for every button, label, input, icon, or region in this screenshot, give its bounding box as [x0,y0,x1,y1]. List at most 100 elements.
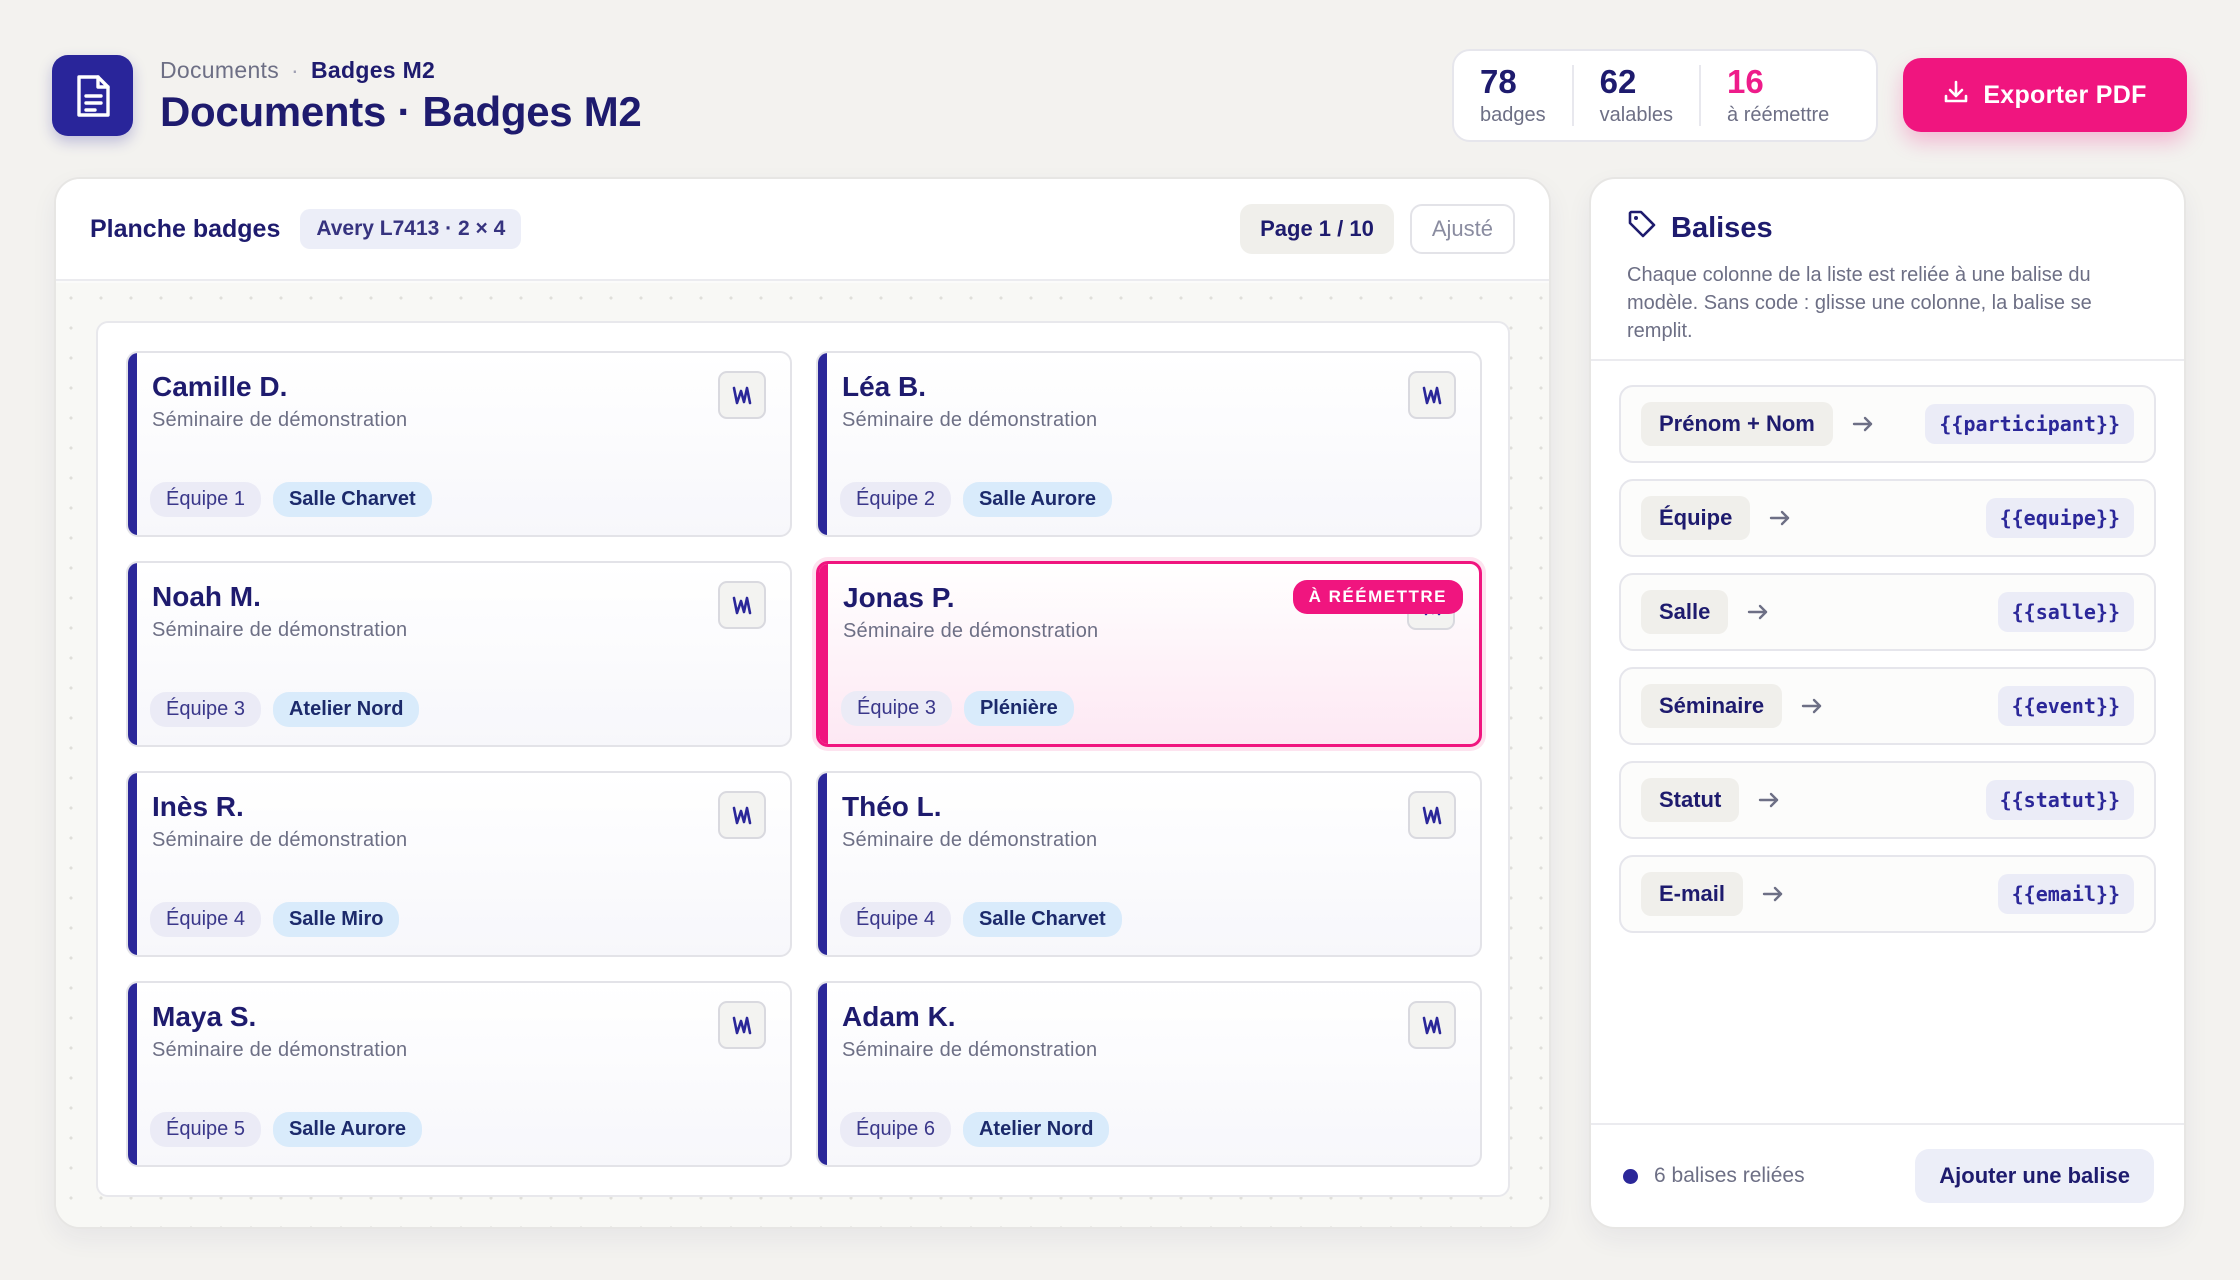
badge-card[interactable]: Léa B. Séminaire de démonstration Équipe… [816,351,1482,537]
badge-card-flagged[interactable]: Jonas P. Séminaire de démonstration À RÉ… [816,561,1482,747]
arrow-right-icon [1746,602,1770,622]
tags-panel-title: Balises [1627,209,2148,247]
linked-tags-count: 6 balises reliées [1654,1164,1805,1187]
badge-tags: Équipe 6 Atelier Nord [840,1112,1110,1147]
download-icon [1943,79,1969,112]
stat-value: 16 [1727,62,1764,100]
room-tag: Salle Aurore [962,482,1113,517]
arrow-right-icon [1851,414,1875,434]
badge-tags: Équipe 1 Salle Charvet [150,482,432,517]
tags-description: Chaque colonne de la liste est reliée à … [1627,264,2092,342]
badge-name: Noah M. [152,581,261,612]
page-title: Documents · Badges M2 [160,88,642,135]
team-tag: Équipe 5 [150,1112,261,1147]
arrow-right-icon [1757,790,1781,810]
panel-header: Planche badges Avery L7413 · 2 × 4 Page … [56,179,1549,281]
tags-title-text: Balises [1671,211,1773,244]
badge-card[interactable]: Théo L. Séminaire de démonstration Équip… [816,771,1482,957]
badge-name: Adam K. [842,1001,956,1032]
mapping-column[interactable]: E-mail [1641,872,1744,916]
arrow-right-icon [1761,884,1785,904]
room-tag: Salle Miro [272,902,400,937]
tag-mapping-row[interactable]: Salle {{salle}} [1619,573,2156,651]
badge-name: Inès R. [152,791,244,822]
stat-label: valables [1599,103,1674,126]
badge-sheet: Camille D. Séminaire de démonstration Éq… [96,321,1510,1197]
room-tag: Salle Charvet [272,482,432,517]
mapping-tag: {{participant}} [1925,404,2134,444]
mapping-column[interactable]: Prénom + Nom [1641,402,1833,446]
team-tag: Équipe 3 [150,692,261,727]
mapping-tag: {{equipe}} [1985,498,2134,538]
badge-tags: Équipe 2 Salle Aurore [840,482,1113,517]
arrow-right-icon [1800,696,1824,716]
logo-w-icon [1408,791,1456,839]
badge-event: Séminaire de démonstration [842,409,1098,431]
tag-mapping-row[interactable]: Équipe {{equipe}} [1619,479,2156,557]
room-tag: Salle Aurore [272,1112,423,1147]
tag-icon [1627,209,1657,247]
badge-event: Séminaire de démonstration [152,409,408,431]
badge-name: Théo L. [842,791,942,822]
mapping-column[interactable]: Salle [1641,590,1729,634]
room-tag: Atelier Nord [272,692,420,727]
reissue-badge: À RÉÉMETTRE [1292,580,1463,614]
stat-label: à réémettre [1727,103,1830,126]
team-tag: Équipe 1 [150,482,261,517]
badge-event: Séminaire de démonstration [152,1039,408,1061]
stats-summary: 78 badges 62 valables 16 à réémettre [1452,49,1878,142]
panel-title: Planche badges [90,214,281,243]
mapping-column[interactable]: Statut [1641,778,1740,822]
mapping-tag: {{email}} [1997,874,2134,914]
badge-name: Jonas P. [843,582,955,613]
badge-card[interactable]: Camille D. Séminaire de démonstration Éq… [126,351,792,537]
tags-panel-header: Balises Chaque colonne de la liste est r… [1591,179,2184,361]
badge-tags: Équipe 5 Salle Aurore [150,1112,423,1147]
canvas-area: Camille D. Séminaire de démonstration Éq… [56,283,1549,1227]
breadcrumb-separator: · [291,57,299,83]
badge-event: Séminaire de démonstration [842,1039,1098,1061]
tag-mapping-list: Prénom + Nom {{participant}} Équipe {{eq… [1591,361,2184,933]
badge-tags: Équipe 4 Salle Charvet [840,902,1122,937]
export-pdf-label: Exporter PDF [1983,80,2147,109]
mapping-column[interactable]: Équipe [1641,496,1751,540]
logo-w-icon [718,371,766,419]
badge-tags: Équipe 4 Salle Miro [150,902,400,937]
tag-mapping-row[interactable]: Séminaire {{event}} [1619,667,2156,745]
badge-event: Séminaire de démonstration [152,619,408,641]
export-pdf-button[interactable]: Exporter PDF [1903,58,2187,132]
stat-value: 62 [1599,62,1637,100]
tag-mapping-row[interactable]: E-mail {{email}} [1619,855,2156,933]
tag-mapping-row[interactable]: Prénom + Nom {{participant}} [1619,385,2156,463]
stat-reissue: 16 à réémettre [1699,65,1855,126]
team-tag: Équipe 3 [841,691,952,726]
format-chip[interactable]: Avery L7413 · 2 × 4 [300,209,522,249]
team-tag: Équipe 4 [150,902,261,937]
page-indicator: Page 1 / 10 [1240,204,1394,254]
fit-button[interactable]: Ajusté [1409,204,1515,254]
room-tag: Plénière [963,691,1074,726]
badge-card[interactable]: Adam K. Séminaire de démonstration Équip… [816,981,1482,1167]
arrow-right-icon [1768,508,1792,528]
badge-name: Camille D. [152,371,288,402]
tag-mapping-row[interactable]: Statut {{statut}} [1619,761,2156,839]
add-tag-button[interactable]: Ajouter une balise [1915,1149,2154,1203]
badge-event: Séminaire de démonstration [152,829,408,851]
mapping-tag: {{statut}} [1985,780,2134,820]
logo-w-icon [718,791,766,839]
badge-card[interactable]: Noah M. Séminaire de démonstration Équip… [126,561,792,747]
stat-value: 78 [1480,62,1517,100]
mapping-tag: {{event}} [1997,686,2134,726]
breadcrumb-root[interactable]: Documents [160,57,279,84]
tags-panel-footer: 6 balises reliées Ajouter une balise [1591,1123,2184,1227]
breadcrumb-current: Badges M2 [311,57,436,83]
room-tag: Salle Charvet [962,902,1122,937]
badge-name: Maya S. [152,1001,257,1032]
badge-card[interactable]: Maya S. Séminaire de démonstration Équip… [126,981,792,1167]
app-document-icon [52,55,133,136]
logo-w-icon [718,1001,766,1049]
status-dot [1623,1168,1638,1184]
badge-card[interactable]: Inès R. Séminaire de démonstration Équip… [126,771,792,957]
mapping-column[interactable]: Séminaire [1641,684,1783,728]
tags-panel: Balises Chaque colonne de la liste est r… [1589,177,2186,1229]
